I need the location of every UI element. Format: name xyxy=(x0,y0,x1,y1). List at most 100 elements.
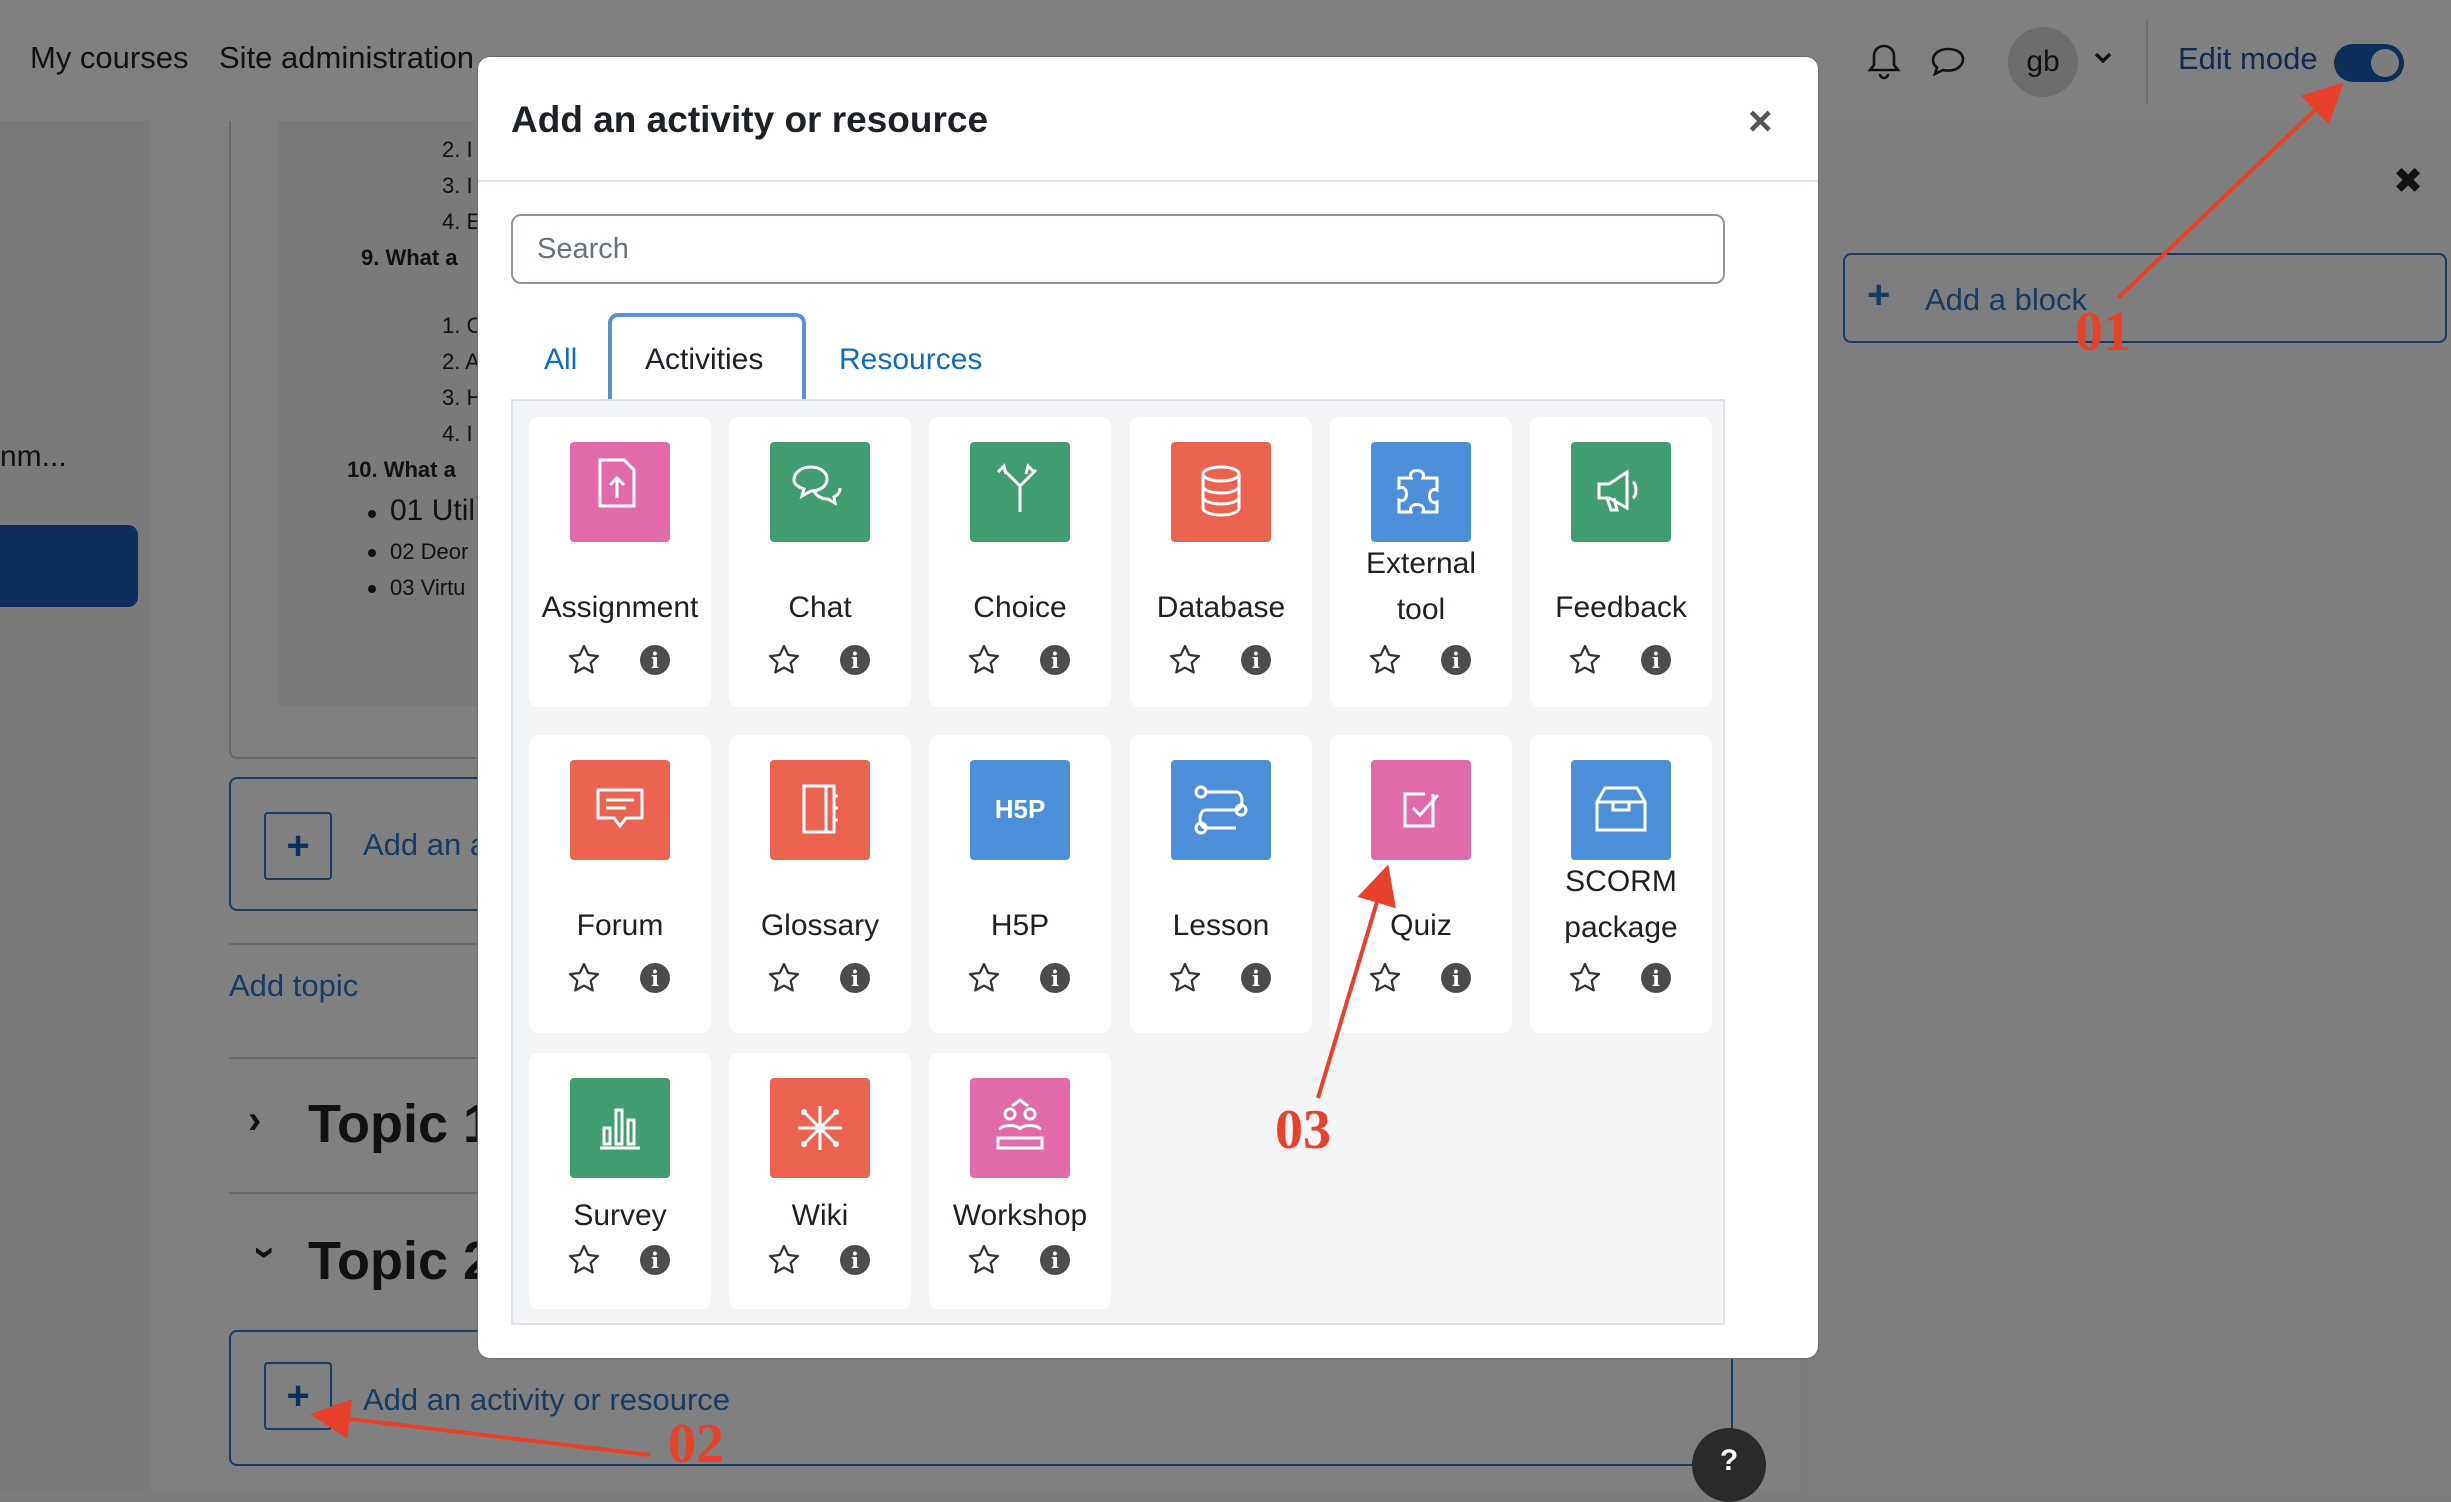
add-block-button[interactable]: + Add a block xyxy=(1843,253,2447,343)
chevron-right-icon[interactable]: › xyxy=(248,1098,261,1143)
activity-tile[interactable]: External tool i xyxy=(1330,417,1512,707)
quiz-icon[interactable] xyxy=(1371,760,1471,860)
activity-tile[interactable]: SCORM package i xyxy=(1530,735,1712,1033)
activity-name[interactable]: External tool xyxy=(1330,541,1512,633)
edit-mode-toggle[interactable] xyxy=(2334,44,2404,82)
info-icon[interactable]: i xyxy=(1441,645,1471,675)
activity-tile[interactable]: H5P H5P i xyxy=(929,735,1111,1033)
activity-name[interactable]: Forum xyxy=(529,903,711,949)
help-button[interactable]: ? xyxy=(1692,1428,1766,1502)
info-icon[interactable]: i xyxy=(1040,645,1070,675)
star-icon[interactable] xyxy=(967,643,1001,677)
database-icon[interactable] xyxy=(1171,442,1271,542)
activity-name[interactable]: Chat xyxy=(729,585,911,631)
drawer-button[interactable] xyxy=(0,525,138,607)
activity-tile[interactable]: Choice i xyxy=(929,417,1111,707)
plus-icon[interactable]: + xyxy=(264,812,332,880)
activity-tile[interactable]: Assignment i xyxy=(529,417,711,707)
topic-2-heading[interactable]: Topic 2 xyxy=(308,1230,493,1292)
survey-icon[interactable] xyxy=(570,1078,670,1178)
activity-name[interactable]: H5P xyxy=(929,903,1111,949)
info-icon[interactable]: i xyxy=(840,645,870,675)
activity-tile[interactable]: Wiki i xyxy=(729,1053,911,1309)
close-icon[interactable]: × xyxy=(1748,100,1773,142)
star-icon[interactable] xyxy=(1168,643,1202,677)
info-icon[interactable]: i xyxy=(1641,963,1671,993)
activity-tile[interactable]: Lesson i xyxy=(1130,735,1312,1033)
activity-tile[interactable]: Chat i xyxy=(729,417,911,707)
workshop-icon[interactable] xyxy=(970,1078,1070,1178)
star-icon[interactable] xyxy=(767,961,801,995)
info-icon[interactable]: i xyxy=(1040,1245,1070,1275)
star-icon[interactable] xyxy=(1368,961,1402,995)
forum-icon[interactable] xyxy=(570,760,670,860)
search-input[interactable] xyxy=(511,214,1725,284)
activity-tile[interactable]: Forum i xyxy=(529,735,711,1033)
activity-name[interactable]: Database xyxy=(1130,585,1312,631)
star-icon[interactable] xyxy=(1568,961,1602,995)
package-icon[interactable] xyxy=(1571,760,1671,860)
close-drawer-icon[interactable]: ✖ xyxy=(2393,160,2423,202)
activity-tile[interactable]: Workshop i xyxy=(929,1053,1111,1309)
info-icon[interactable]: i xyxy=(1441,963,1471,993)
activity-tile[interactable]: Glossary i xyxy=(729,735,911,1033)
glossary-icon[interactable] xyxy=(770,760,870,860)
star-icon[interactable] xyxy=(567,643,601,677)
chat-icon[interactable] xyxy=(770,442,870,542)
star-icon[interactable] xyxy=(767,643,801,677)
star-icon[interactable] xyxy=(567,961,601,995)
plus-icon[interactable]: + xyxy=(264,1362,332,1430)
tab-all[interactable]: All xyxy=(544,343,577,377)
info-icon[interactable]: i xyxy=(640,963,670,993)
info-icon[interactable]: i xyxy=(1641,645,1671,675)
nav-my-courses[interactable]: My courses xyxy=(30,40,188,76)
activity-tile[interactable]: Database i xyxy=(1130,417,1312,707)
chat-bubble-icon[interactable] xyxy=(1929,45,1967,84)
star-icon[interactable] xyxy=(967,1243,1001,1277)
add-topic-link[interactable]: Add topic xyxy=(229,968,358,1004)
lesson-icon[interactable] xyxy=(1171,760,1271,860)
info-icon[interactable]: i xyxy=(1241,645,1271,675)
tab-resources[interactable]: Resources xyxy=(839,343,982,377)
star-icon[interactable] xyxy=(1368,643,1402,677)
assignment-icon[interactable] xyxy=(570,442,670,542)
nav-site-administration[interactable]: Site administration xyxy=(219,40,474,76)
activity-name[interactable]: Glossary xyxy=(729,903,911,949)
activity-tile[interactable]: Quiz i xyxy=(1330,735,1512,1033)
h5p-icon[interactable]: H5P xyxy=(970,760,1070,860)
user-avatar[interactable]: gb xyxy=(2008,27,2078,97)
chevron-down-icon[interactable] xyxy=(2092,50,2114,71)
puzzle-icon[interactable] xyxy=(1371,442,1471,542)
star-icon[interactable] xyxy=(1568,643,1602,677)
activity-name[interactable]: Choice xyxy=(929,585,1111,631)
tab-activities[interactable]: Activities xyxy=(645,343,763,377)
info-icon[interactable]: i xyxy=(1040,963,1070,993)
activity-name[interactable]: Assignment xyxy=(529,585,711,631)
activity-name[interactable]: Workshop xyxy=(929,1193,1111,1239)
activity-name[interactable]: Wiki xyxy=(729,1193,911,1239)
info-icon[interactable]: i xyxy=(840,1245,870,1275)
topic-1-heading[interactable]: Topic 1 xyxy=(308,1093,493,1155)
info-icon[interactable]: i xyxy=(640,645,670,675)
activity-tile[interactable]: Feedback i xyxy=(1530,417,1712,707)
activity-tile[interactable]: Survey i xyxy=(529,1053,711,1309)
activity-name[interactable]: Lesson xyxy=(1130,903,1312,949)
activity-name[interactable]: SCORM package xyxy=(1530,859,1712,951)
star-icon[interactable] xyxy=(767,1243,801,1277)
wiki-icon[interactable] xyxy=(770,1078,870,1178)
info-icon[interactable]: i xyxy=(1241,963,1271,993)
choice-icon[interactable] xyxy=(970,442,1070,542)
bell-icon[interactable] xyxy=(1866,42,1902,87)
star-icon[interactable] xyxy=(1168,961,1202,995)
bullet xyxy=(368,585,376,593)
star-icon[interactable] xyxy=(967,961,1001,995)
info-icon[interactable]: i xyxy=(640,1245,670,1275)
info-icon[interactable]: i xyxy=(840,963,870,993)
chevron-down-icon[interactable]: › xyxy=(243,1246,288,1259)
star-icon[interactable] xyxy=(567,1243,601,1277)
activity-name[interactable]: Feedback xyxy=(1530,585,1712,631)
activity-name[interactable]: Quiz xyxy=(1330,903,1512,949)
add-activity-label[interactable]: Add an a xyxy=(363,827,487,863)
activity-name[interactable]: Survey xyxy=(529,1193,711,1239)
megaphone-icon[interactable] xyxy=(1571,442,1671,542)
